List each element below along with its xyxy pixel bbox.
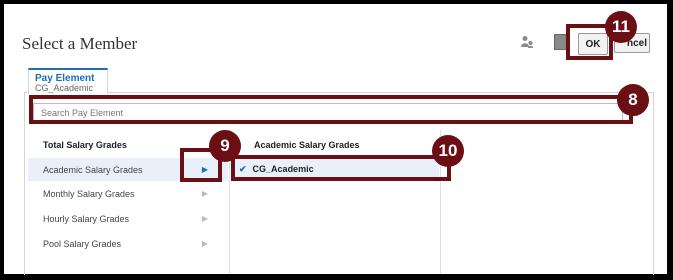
callout-box-search xyxy=(29,95,633,124)
expand-arrow-icon[interactable]: ▶ xyxy=(202,189,208,198)
list-item-label: Monthly Salary Grades xyxy=(43,189,135,199)
expand-arrow-icon[interactable]: ▶ xyxy=(202,239,208,248)
callout-badge: 8 xyxy=(617,84,649,116)
middle-list-heading: Academic Salary Grades xyxy=(254,140,360,150)
list-item-label: Academic Salary Grades xyxy=(43,165,143,175)
left-list-heading: Total Salary Grades xyxy=(43,140,127,150)
list-item[interactable]: Hourly Salary Grades ▶ xyxy=(28,207,228,230)
callout-box-member xyxy=(231,155,451,181)
list-item-label: Hourly Salary Grades xyxy=(43,214,130,224)
list-item-label: Pool Salary Grades xyxy=(43,239,122,249)
expand-arrow-icon[interactable]: ▶ xyxy=(202,214,208,223)
callout-badge: 11 xyxy=(605,11,637,43)
dialog-title: Select a Member xyxy=(22,34,138,53)
callout-badge: 10 xyxy=(432,135,464,167)
person-icon[interactable] xyxy=(520,35,534,49)
tab-subtitle: CG_Academic xyxy=(35,83,94,93)
list-item[interactable]: Pool Salary Grades ▶ xyxy=(28,232,228,255)
list-item[interactable]: Monthly Salary Grades ▶ xyxy=(28,182,228,205)
tab-pay-element[interactable]: Pay Element CG_Academic xyxy=(28,68,108,95)
